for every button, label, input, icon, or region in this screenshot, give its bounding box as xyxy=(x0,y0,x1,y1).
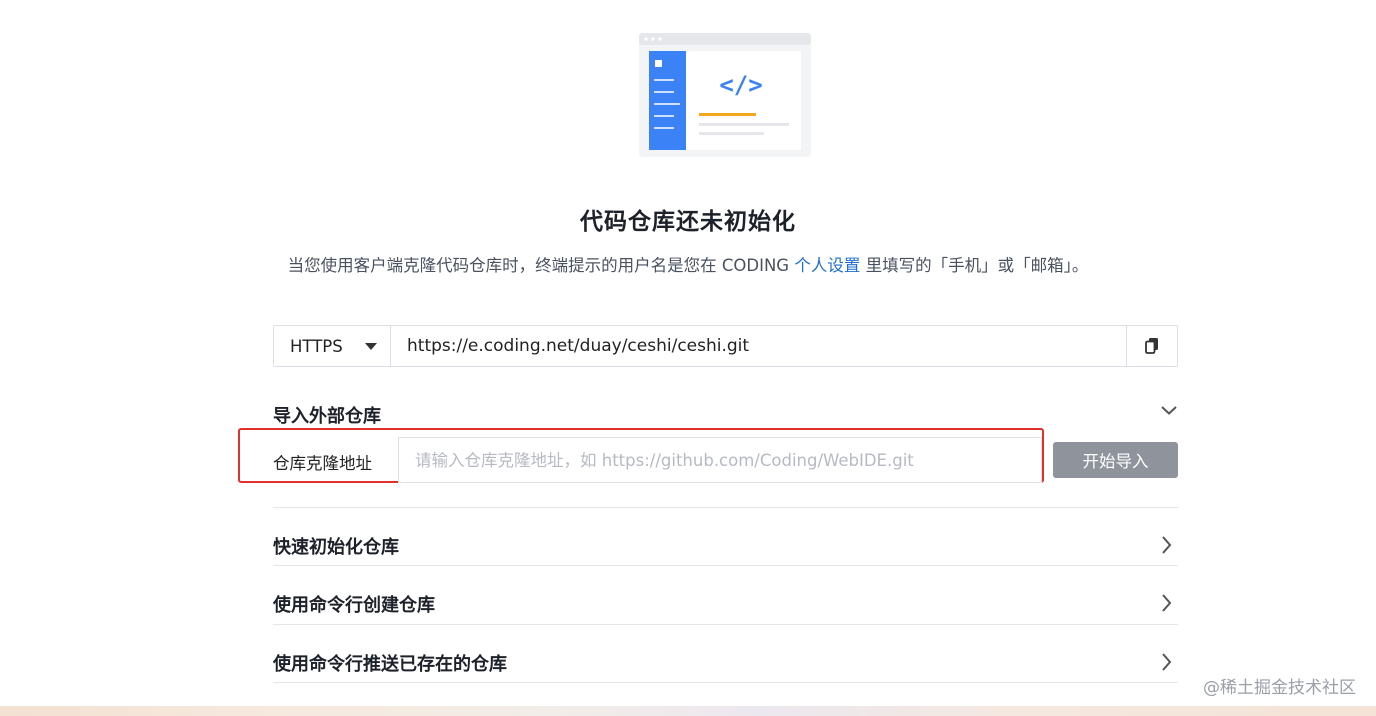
chevron-right-icon xyxy=(1162,594,1172,612)
clone-url-field[interactable]: https://e.coding.net/duay/ceshi/ceshi.gi… xyxy=(391,326,1126,366)
copy-icon xyxy=(1145,338,1158,354)
import-section-label: 导入外部仓库 xyxy=(273,406,381,427)
code-repo-illustration: </> xyxy=(639,33,811,157)
subtitle-text: 当您使用客户端克隆代码仓库时，终端提示的用户名是您在 CODING xyxy=(287,256,795,275)
personal-settings-link[interactable]: 个人设置 xyxy=(794,256,860,275)
cli-push-row[interactable]: 使用命令行推送已存在的仓库 xyxy=(273,642,1178,682)
import-url-input[interactable] xyxy=(398,437,1042,483)
svg-text:</>: </> xyxy=(719,71,762,99)
page-subtitle: 当您使用客户端克隆代码仓库时，终端提示的用户名是您在 CODING 个人设置 里… xyxy=(0,252,1376,276)
subtitle-text-suffix: 里填写的「手机」或「邮箱」。 xyxy=(860,256,1089,275)
protocol-select[interactable]: HTTPS xyxy=(274,326,391,366)
import-field-label: 仓库克隆地址 xyxy=(273,454,372,473)
cli-create-row[interactable]: 使用命令行创建仓库 xyxy=(273,583,1178,623)
caret-down-icon xyxy=(364,342,377,350)
divider xyxy=(273,507,1178,508)
bottom-banner-strip xyxy=(0,706,1376,716)
copy-button[interactable] xyxy=(1126,326,1177,366)
clone-url-bar: HTTPS https://e.coding.net/duay/ceshi/ce… xyxy=(273,325,1178,367)
chevron-down-icon xyxy=(1161,406,1177,415)
start-import-button[interactable]: 开始导入 xyxy=(1053,442,1178,478)
page: </> 代码仓库还未初始化 当您使用客户端克隆代码仓库时，终端提示的用户名是您在… xyxy=(0,0,1376,716)
cli-push-label: 使用命令行推送已存在的仓库 xyxy=(273,654,507,675)
watermark: @稀土掘金技术社区 xyxy=(1203,678,1356,698)
protocol-label: HTTPS xyxy=(290,336,343,356)
divider xyxy=(273,682,1178,683)
chevron-right-icon xyxy=(1162,653,1172,671)
divider xyxy=(273,565,1178,566)
import-section-header[interactable]: 导入外部仓库 xyxy=(273,402,1178,428)
quick-init-label: 快速初始化仓库 xyxy=(273,537,399,558)
quick-init-row[interactable]: 快速初始化仓库 xyxy=(273,525,1178,565)
cli-create-label: 使用命令行创建仓库 xyxy=(273,595,435,616)
divider xyxy=(273,624,1178,625)
page-title: 代码仓库还未初始化 xyxy=(580,209,796,235)
chevron-right-icon xyxy=(1162,536,1172,554)
